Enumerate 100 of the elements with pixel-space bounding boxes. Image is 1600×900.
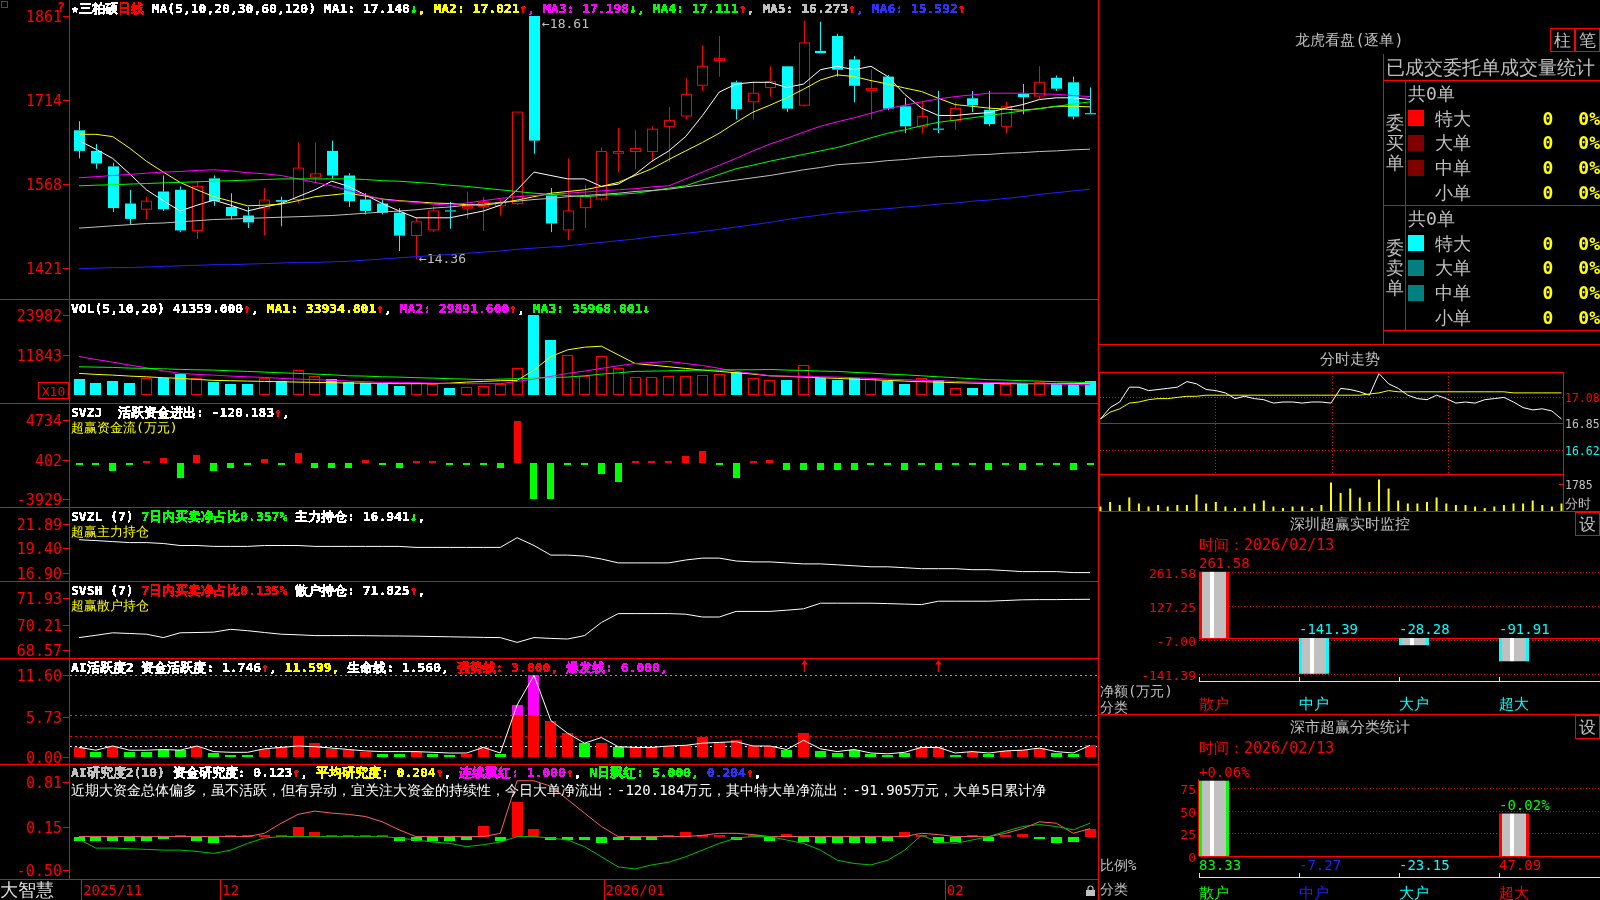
order-type: 中单 bbox=[1435, 282, 1471, 304]
category-label: 中户 bbox=[1299, 695, 1329, 713]
change-label: +0.06% bbox=[1199, 763, 1250, 780]
order-count: 0 bbox=[1542, 257, 1554, 279]
order-type: 特大 bbox=[1435, 232, 1471, 254]
order-total: 共0单 bbox=[1408, 82, 1455, 104]
date-label: 12 bbox=[222, 882, 240, 898]
change-label: -0.02% bbox=[1499, 796, 1550, 813]
order-type: 特大 bbox=[1435, 107, 1471, 129]
axis-label: 17.08 bbox=[1565, 390, 1600, 405]
axis-label: 1568 bbox=[25, 175, 62, 194]
order-type: 小单 bbox=[1435, 182, 1471, 204]
axis-label: 127.25 bbox=[1149, 599, 1196, 615]
value-label: 47.09 bbox=[1499, 857, 1542, 873]
axis-label: -141.39 bbox=[1141, 667, 1196, 683]
category-label: 大户 bbox=[1399, 884, 1429, 900]
axis-label: 25 bbox=[1180, 826, 1196, 842]
axis-label: 1785 bbox=[1565, 477, 1593, 492]
axis-label: 1714 bbox=[25, 91, 62, 110]
indicator-legend: SVSH (7) 7日内买卖净占比0.135% 散户持仓: 71.825↑, bbox=[71, 583, 426, 598]
axis-title: 比例% bbox=[1100, 857, 1137, 873]
group-label: 委卖单 bbox=[1385, 238, 1404, 298]
axis-title: 分时 bbox=[1565, 496, 1591, 511]
axis-label: 0.15 bbox=[25, 818, 62, 837]
axis-label: 402 bbox=[34, 451, 62, 470]
axis-label: 16.62 bbox=[1565, 443, 1600, 458]
value-label: -7.27 bbox=[1299, 857, 1342, 873]
axis-label: 16.90 bbox=[16, 564, 62, 581]
indicator-legend: AI研究度2(10) 资金研究度: 0.123↑, 平均研究度: 0.204↑, 连续飘红: 1.000↑, N日飘红: 5.000, 0.204↑, bbox=[71, 765, 762, 780]
axis-label: 70.21 bbox=[16, 616, 62, 635]
axis-label: 71.93 bbox=[16, 589, 62, 608]
category-label: 中户 bbox=[1299, 884, 1329, 900]
category-label: 散户 bbox=[1199, 695, 1229, 713]
category-label: 超大 bbox=[1499, 695, 1529, 713]
unit-badge: X10 bbox=[38, 382, 69, 399]
axis-label: 0 bbox=[1188, 849, 1196, 865]
panel-title: 深市超赢分类统计 bbox=[1289, 718, 1410, 736]
axis-title: 净额(万元) bbox=[1100, 683, 1173, 699]
order-percent: 0% bbox=[1578, 232, 1600, 254]
indicator-legend: SVZJ 活跃资金进出: -120.183↑, bbox=[71, 405, 290, 420]
order-type: 大单 bbox=[1435, 132, 1471, 154]
indicator-legend: VOL(5,10,20) 41359.000↑, MA1: 33934.801↑, MA2: 29891.600↑, MA3: 35968.801↓ bbox=[71, 301, 651, 316]
date-label: 2026/01 bbox=[605, 882, 665, 898]
indicator-title: 超赢散户持仓 bbox=[71, 598, 149, 613]
axis-label: 1421 bbox=[25, 259, 62, 278]
axis-label: 11.60 bbox=[16, 666, 62, 685]
axis-label: 0.00 bbox=[25, 748, 62, 764]
order-percent: 0% bbox=[1578, 157, 1600, 179]
value-label: -23.15 bbox=[1399, 857, 1450, 873]
time-label: 时间：2026/02/13 bbox=[1199, 536, 1335, 554]
app-name: 大智慧 bbox=[0, 880, 55, 900]
time-label: 时间：2026/02/13 bbox=[1199, 739, 1335, 757]
panel-title: 深圳超赢实时监控 bbox=[1289, 515, 1410, 533]
table-title: 已成交委托单成交量统计 bbox=[1386, 56, 1595, 78]
indicator-title: 超赢资金流(万元) bbox=[71, 420, 178, 435]
axis-label: 0.81 bbox=[25, 773, 62, 792]
category-label: 超大 bbox=[1499, 884, 1529, 900]
order-percent: 0% bbox=[1578, 182, 1600, 204]
category-label: 大户 bbox=[1399, 695, 1429, 713]
order-type: 中单 bbox=[1435, 157, 1471, 179]
value-label: 261.58 bbox=[1199, 554, 1250, 571]
category-label: 散户 bbox=[1199, 884, 1229, 900]
price-extreme-label: ←18.61 bbox=[542, 16, 589, 31]
axis-label: 75 bbox=[1180, 781, 1196, 797]
order-percent: 0% bbox=[1578, 282, 1600, 304]
axis-label: 261.58 bbox=[1149, 565, 1196, 581]
panel-title: 分时走势 bbox=[1319, 349, 1380, 368]
order-count: 0 bbox=[1542, 107, 1554, 129]
axis-label: -7.00 bbox=[1156, 633, 1196, 649]
date-label: 02 bbox=[946, 882, 964, 898]
order-type: 小单 bbox=[1435, 307, 1471, 329]
value-label: -91.91 bbox=[1499, 621, 1550, 637]
order-percent: 0% bbox=[1578, 257, 1600, 279]
value-label: -141.39 bbox=[1299, 621, 1358, 637]
order-count: 0 bbox=[1542, 232, 1554, 254]
axis-title: 分类 bbox=[1100, 699, 1128, 714]
axis-label: 21.89 bbox=[16, 515, 62, 534]
group-label: 委买单 bbox=[1385, 113, 1404, 173]
order-percent: 0% bbox=[1578, 307, 1600, 329]
panel-title: 龙虎看盘(逐单) bbox=[1295, 31, 1404, 49]
axis-label: -0.50 bbox=[16, 861, 62, 879]
indicator-legend: AI活跃度2 资金活跃度: 1.746↑, 11.599, 生命线: 1.560, 强势线: 3.000, 爆发线: 6.000, bbox=[71, 660, 668, 675]
order-count: 0 bbox=[1542, 282, 1554, 304]
price-extreme-label: ←14.36 bbox=[419, 251, 466, 266]
date-label: 2025/11 bbox=[83, 882, 143, 898]
axis-label: 4734 bbox=[25, 411, 62, 430]
indicator-legend: SVZL (7) 7日内买卖净占比0.357% 主力持仓: 16.941↓, bbox=[71, 509, 426, 524]
order-count: 0 bbox=[1542, 182, 1554, 204]
axis-label: 68.57 bbox=[16, 641, 62, 658]
order-type: 大单 bbox=[1435, 257, 1471, 279]
order-total: 共0单 bbox=[1408, 207, 1455, 229]
axis-label: 23982 bbox=[16, 306, 62, 325]
value-label: 83.33 bbox=[1199, 857, 1242, 873]
indicator-title: 超赢主力持仓 bbox=[71, 524, 149, 539]
value-label: -28.28 bbox=[1399, 621, 1450, 637]
order-count: 0 bbox=[1542, 157, 1554, 179]
axis-title: 分类 bbox=[1100, 881, 1128, 897]
axis-label: 5.73 bbox=[25, 708, 62, 727]
order-count: 0 bbox=[1542, 132, 1554, 154]
order-count: 0 bbox=[1542, 307, 1554, 329]
